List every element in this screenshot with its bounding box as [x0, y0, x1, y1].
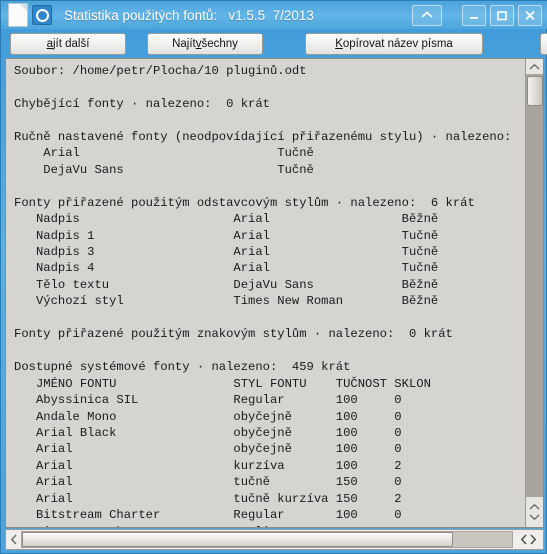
copy-label: opírovat název písma — [342, 37, 453, 50]
document-icon — [8, 3, 28, 27]
horizontal-scroll-thumb[interactable] — [22, 532, 454, 547]
scroll-left-button[interactable] — [6, 530, 21, 549]
copy-font-name-button[interactable]: Kopírovat název písma — [305, 32, 483, 55]
horizontal-scrollbar[interactable] — [5, 529, 544, 550]
chevron-up-icon — [529, 63, 540, 70]
find-all-prefix: Najít — [172, 37, 196, 50]
close-dialog-button[interactable]: Zavřít — [540, 32, 547, 55]
minimize-icon — [470, 17, 478, 19]
report-text-area[interactable]: Soubor: /home/petr/Plocha/10 pluginů.odt… — [6, 59, 526, 527]
chevron-left-icon — [10, 534, 17, 545]
vertical-scrollbar[interactable] — [526, 59, 543, 527]
find-next-button[interactable]: a jít další — [10, 32, 126, 55]
chevron-left-icon — [520, 534, 527, 545]
copy-accel: K — [335, 37, 343, 50]
chevron-right-icon — [529, 534, 536, 545]
toolbar: a jít další Najít v šechny Kopírovat název… — [5, 30, 547, 57]
maximize-button[interactable] — [490, 4, 514, 26]
find-next-label: jít další — [52, 37, 90, 50]
app-icon — [32, 5, 52, 25]
horizontal-scroll-step-buttons[interactable] — [513, 530, 543, 549]
maximize-icon — [497, 10, 507, 20]
vertical-scroll-trough[interactable] — [526, 74, 543, 497]
vertical-scroll-thumb[interactable] — [527, 76, 543, 106]
chevron-down-icon — [529, 514, 540, 521]
close-button[interactable] — [518, 4, 542, 26]
window-title: Statistika použitých fontů: v1.5.5 7/201… — [64, 7, 314, 23]
chevron-up-icon — [421, 11, 433, 18]
scroll-step-buttons[interactable] — [526, 497, 543, 527]
application-window: Statistika použitých fontů: v1.5.5 7/201… — [0, 0, 547, 554]
chevron-up-icon — [529, 503, 540, 510]
find-all-button[interactable]: Najít v šechny — [147, 32, 263, 55]
report-pane: Soubor: /home/petr/Plocha/10 pluginů.odt… — [5, 58, 544, 528]
report-text: Soubor: /home/petr/Plocha/10 pluginů.odt… — [14, 64, 512, 527]
find-all-label: šechny — [201, 37, 238, 50]
rollup-button[interactable] — [412, 4, 442, 26]
close-icon — [525, 10, 535, 20]
scroll-up-button[interactable] — [526, 59, 543, 74]
title-bar[interactable]: Statistika použitých fontů: v1.5.5 7/201… — [1, 1, 547, 29]
minimize-button[interactable] — [462, 4, 486, 26]
horizontal-scroll-trough[interactable] — [21, 531, 513, 548]
